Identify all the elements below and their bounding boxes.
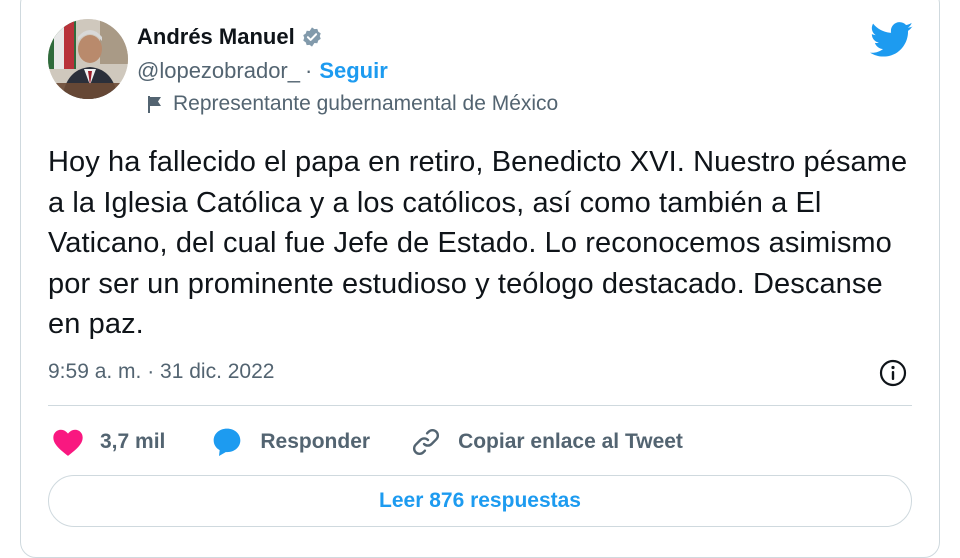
tweet-text: Hoy ha fallecido el papa en retiro, Bene… <box>48 146 908 340</box>
author-name-row: Andrés Manuel <box>137 24 323 50</box>
reply-bubble-icon <box>214 428 241 456</box>
government-label: Representante gubernamental de México <box>145 92 558 116</box>
government-label-text: Representante gubernamental de México <box>173 92 559 115</box>
author-name[interactable]: Andrés Manuel <box>137 24 295 50</box>
follow-button[interactable]: Seguir <box>319 58 387 84</box>
copy-link-button[interactable]: Copiar enlace al Tweet <box>410 426 683 458</box>
like-count: 3,7 mil <box>100 430 166 453</box>
info-icon[interactable] <box>878 358 908 388</box>
handle-separator: · <box>305 58 313 83</box>
reply-button[interactable]: Responder <box>210 426 370 458</box>
author-handle[interactable]: @lopezobrador_ <box>137 58 300 84</box>
like-button[interactable]: 3,7 mil <box>52 427 165 457</box>
divider <box>48 405 912 406</box>
link-icon <box>413 428 440 456</box>
reply-label: Responder <box>260 430 371 453</box>
tweet-timestamp[interactable]: 9:59 a. m. · 31 dic. 2022 <box>48 360 274 384</box>
heart-icon <box>53 429 83 456</box>
verified-badge-icon <box>302 27 321 47</box>
twitter-bird-icon[interactable] <box>870 22 914 58</box>
tweet-actions: 3,7 mil Responder Copiar enlace al Tweet <box>52 422 683 462</box>
copy-link-label: Copiar enlace al Tweet <box>458 430 683 453</box>
avatar[interactable] <box>48 19 128 99</box>
avatar-photo <box>48 19 128 99</box>
read-replies-button[interactable]: Leer 876 respuestas <box>48 475 912 527</box>
author-handle-row: @lopezobrador_ · Seguir <box>137 58 388 84</box>
flag-icon <box>148 96 161 113</box>
